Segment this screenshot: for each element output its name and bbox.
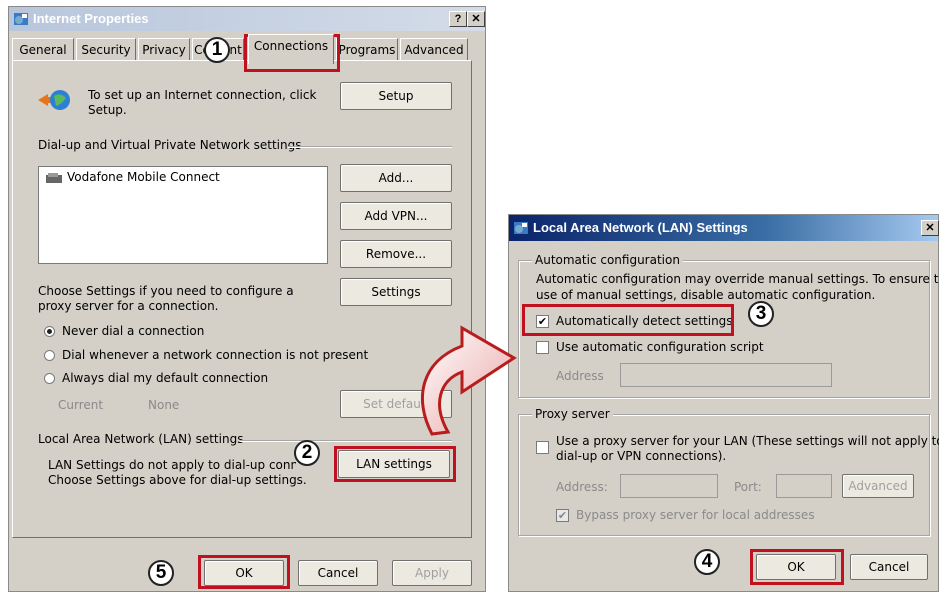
- title-bar[interactable]: Internet Properties ? ✕: [9, 7, 485, 31]
- current-label: Current: [58, 398, 104, 412]
- lan-dialog-title: Local Area Network (LAN) Settings: [533, 220, 748, 235]
- window-title: Internet Properties: [33, 11, 149, 26]
- lan-title-bar[interactable]: Local Area Network (LAN) Settings ✕: [509, 215, 939, 241]
- auto-script-label: Use automatic configuration script: [556, 340, 764, 354]
- dialup-heading: Dial-up and Virtual Private Network sett…: [38, 138, 302, 152]
- radio-never-label: Never dial a connection: [62, 324, 205, 338]
- port-field[interactable]: [776, 474, 832, 498]
- advanced-button[interactable]: Advanced: [842, 474, 914, 498]
- lan-text-2: Choose Settings above for dial-up settin…: [48, 473, 307, 487]
- address-label: Address: [556, 369, 604, 383]
- auto-group-label: Automatic configuration: [532, 253, 683, 267]
- tab-security[interactable]: Security: [76, 38, 136, 60]
- lan-close-button[interactable]: ✕: [921, 220, 939, 236]
- auto-text-2: use of manual settings, disable automati…: [536, 288, 876, 302]
- current-value: None: [148, 398, 180, 412]
- radio-always-dial[interactable]: [44, 373, 55, 384]
- apply-button[interactable]: Apply: [392, 560, 472, 586]
- callout-4: 4: [694, 549, 720, 575]
- use-proxy-text-2: dial-up or VPN connections).: [556, 449, 727, 463]
- radio-never-dial[interactable]: [44, 326, 55, 337]
- proxy-group-label: Proxy server: [532, 407, 613, 421]
- lan-text-1: LAN Settings do not apply to dial-up con…: [48, 458, 296, 472]
- remove-button[interactable]: Remove...: [340, 240, 452, 268]
- help-button[interactable]: ?: [449, 11, 467, 27]
- radio-dial-whenever[interactable]: [44, 350, 55, 361]
- modem-icon: [46, 173, 62, 183]
- add-vpn-button[interactable]: Add VPN...: [340, 202, 452, 230]
- lan-dialog-icon: [514, 222, 528, 234]
- highlight-ok-button: [198, 555, 290, 589]
- highlight-auto-detect: [522, 304, 734, 336]
- tab-privacy[interactable]: Privacy: [138, 38, 190, 60]
- tab-general[interactable]: General: [12, 38, 74, 60]
- callout-1: 1: [204, 37, 230, 63]
- auto-script-checkbox[interactable]: [536, 341, 549, 354]
- use-proxy-checkbox[interactable]: [536, 441, 549, 454]
- close-button[interactable]: ✕: [467, 11, 485, 27]
- address-field[interactable]: [620, 363, 832, 387]
- tab-programs[interactable]: Programs: [336, 38, 398, 60]
- globe-connection-icon: [38, 90, 70, 110]
- setup-text: To set up an Internet connection, click …: [88, 88, 317, 117]
- highlight-lan-ok-button: [750, 549, 844, 585]
- divider: [240, 440, 452, 441]
- add-button[interactable]: Add...: [340, 164, 452, 192]
- highlight-lan-settings: [334, 446, 456, 482]
- port-label: Port:: [734, 480, 762, 494]
- use-proxy-text-1: Use a proxy server for your LAN (These s…: [556, 434, 939, 448]
- proxy-text: Choose Settings if you need to configure…: [38, 284, 294, 313]
- radio-always-label: Always dial my default connection: [62, 371, 269, 385]
- bypass-checkbox[interactable]: ✔: [556, 509, 569, 522]
- tab-connections[interactable]: Connections: [248, 34, 334, 64]
- divider: [288, 146, 452, 147]
- lan-cancel-button[interactable]: Cancel: [850, 554, 928, 580]
- radio-whenever-label: Dial whenever a network connection is no…: [62, 348, 369, 362]
- callout-2: 2: [294, 440, 320, 466]
- connections-listbox[interactable]: Vodafone Mobile Connect: [38, 166, 328, 264]
- internet-properties-icon: [14, 13, 28, 25]
- curved-arrow-icon: [420, 325, 517, 436]
- auto-text-1: Automatic configuration may override man…: [536, 272, 939, 286]
- setup-button[interactable]: Setup: [340, 82, 452, 110]
- proxy-address-field[interactable]: [620, 474, 718, 498]
- lan-heading: Local Area Network (LAN) settings: [38, 432, 244, 446]
- proxy-address-label: Address:: [556, 480, 608, 494]
- cancel-button[interactable]: Cancel: [298, 560, 378, 586]
- list-item[interactable]: Vodafone Mobile Connect: [67, 170, 220, 184]
- callout-5: 5: [148, 560, 174, 586]
- callout-3: 3: [748, 301, 774, 327]
- tab-advanced[interactable]: Advanced: [400, 38, 468, 60]
- bypass-label: Bypass proxy server for local addresses: [576, 508, 815, 522]
